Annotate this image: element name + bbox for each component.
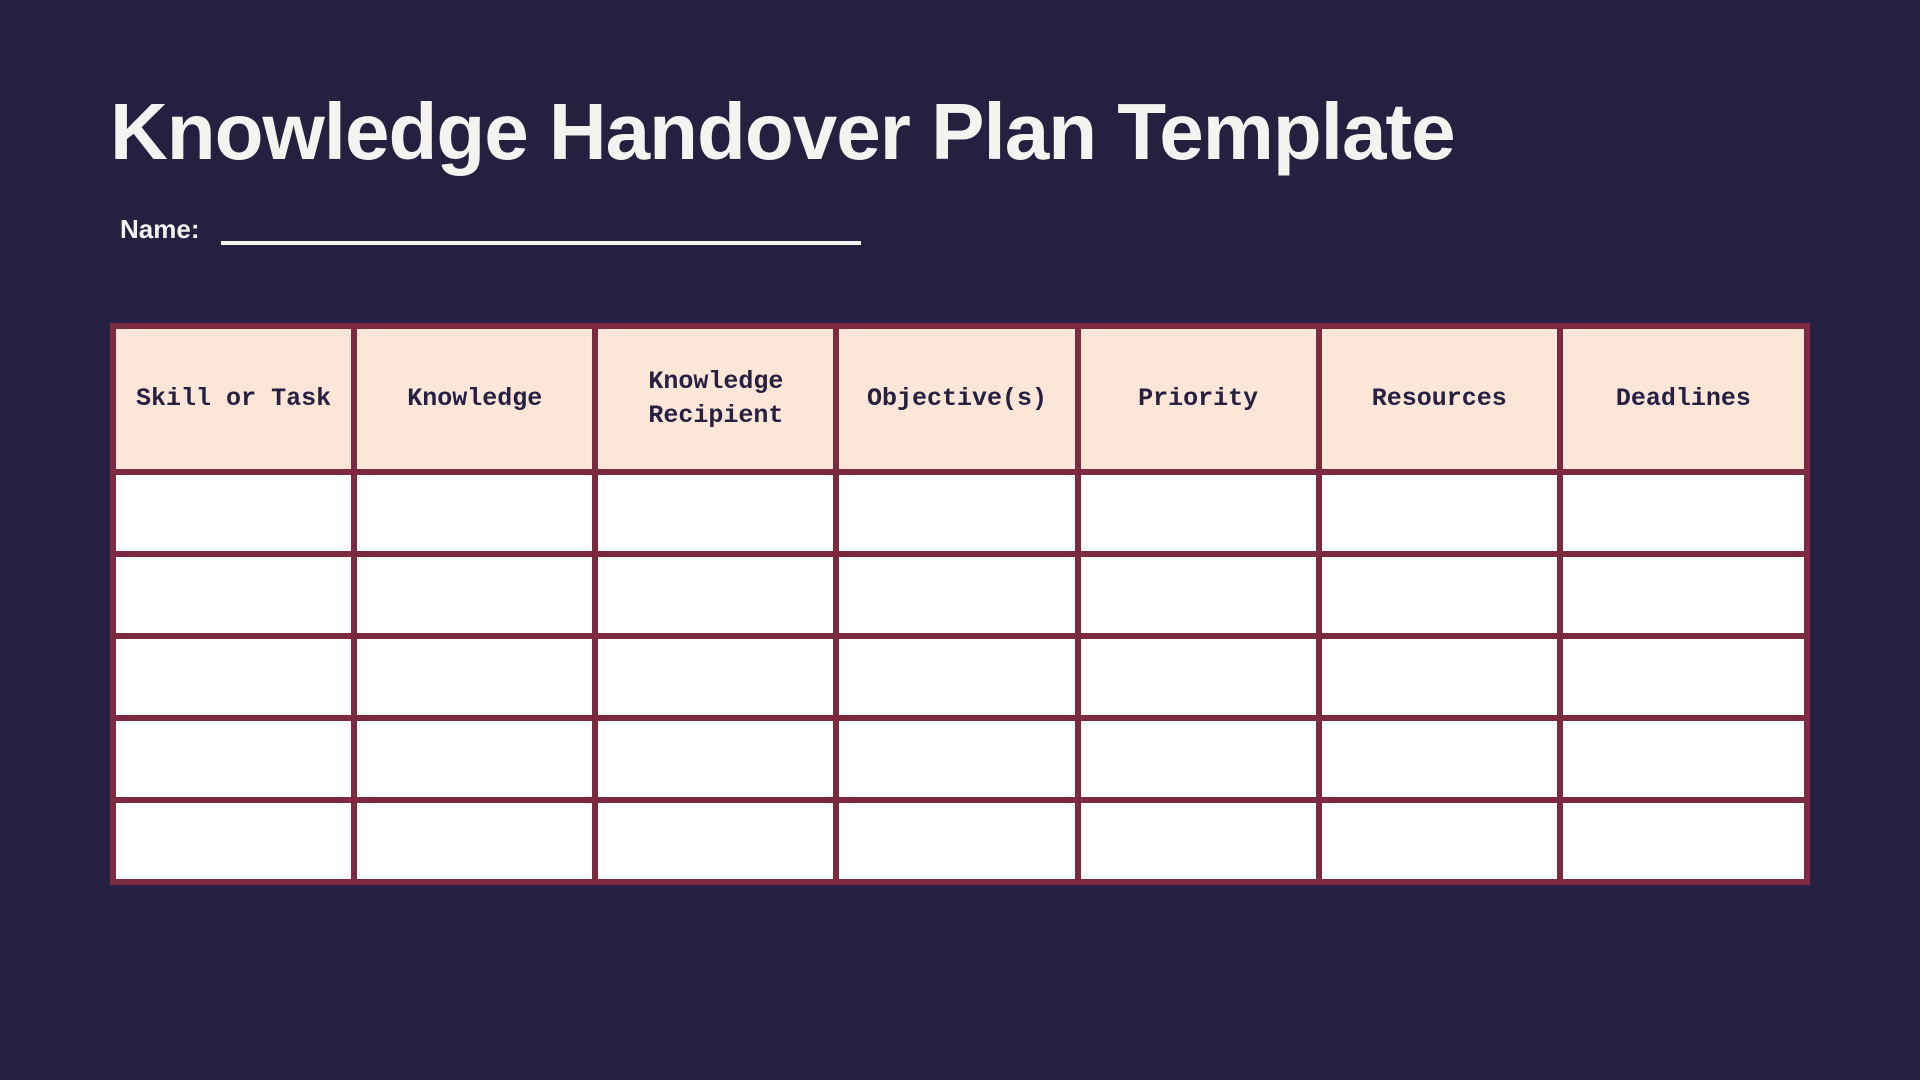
cell-objectives[interactable] [839,469,1080,551]
cell-resources[interactable] [1322,715,1563,797]
cell-knowledge[interactable] [357,715,598,797]
cell-resources[interactable] [1322,633,1563,715]
cell-priority[interactable] [1081,797,1322,879]
cell-deadlines[interactable] [1563,715,1804,797]
cell-recipient[interactable] [598,633,839,715]
name-label: Name: [120,214,199,245]
cell-deadlines[interactable] [1563,469,1804,551]
cell-recipient[interactable] [598,551,839,633]
cell-priority[interactable] [1081,715,1322,797]
cell-priority[interactable] [1081,633,1322,715]
cell-deadlines[interactable] [1563,797,1804,879]
table-row [116,633,1804,715]
cell-knowledge[interactable] [357,551,598,633]
cell-knowledge[interactable] [357,469,598,551]
cell-knowledge[interactable] [357,633,598,715]
cell-objectives[interactable] [839,797,1080,879]
col-header-skill: Skill or Task [116,329,357,469]
col-header-resources: Resources [1322,329,1563,469]
cell-skill[interactable] [116,551,357,633]
name-field-row: Name: [110,214,1810,245]
col-header-recipient: Knowledge Recipient [598,329,839,469]
col-header-deadlines: Deadlines [1563,329,1804,469]
table-row [116,715,1804,797]
cell-skill[interactable] [116,797,357,879]
cell-objectives[interactable] [839,551,1080,633]
cell-resources[interactable] [1322,469,1563,551]
cell-recipient[interactable] [598,715,839,797]
page-title: Knowledge Handover Plan Template [110,90,1810,174]
cell-deadlines[interactable] [1563,633,1804,715]
cell-priority[interactable] [1081,551,1322,633]
table-header-row: Skill or Task Knowledge Knowledge Recipi… [116,329,1804,469]
col-header-objectives: Objective(s) [839,329,1080,469]
cell-objectives[interactable] [839,633,1080,715]
name-input-line[interactable] [221,219,861,245]
table-row [116,551,1804,633]
cell-recipient[interactable] [598,469,839,551]
cell-deadlines[interactable] [1563,551,1804,633]
col-header-knowledge: Knowledge [357,329,598,469]
cell-resources[interactable] [1322,551,1563,633]
cell-resources[interactable] [1322,797,1563,879]
handover-table: Skill or Task Knowledge Knowledge Recipi… [116,329,1804,879]
cell-skill[interactable] [116,633,357,715]
cell-objectives[interactable] [839,715,1080,797]
table-row [116,469,1804,551]
cell-skill[interactable] [116,715,357,797]
cell-knowledge[interactable] [357,797,598,879]
table-row [116,797,1804,879]
cell-recipient[interactable] [598,797,839,879]
cell-priority[interactable] [1081,469,1322,551]
col-header-priority: Priority [1081,329,1322,469]
handover-table-container: Skill or Task Knowledge Knowledge Recipi… [110,323,1810,885]
cell-skill[interactable] [116,469,357,551]
